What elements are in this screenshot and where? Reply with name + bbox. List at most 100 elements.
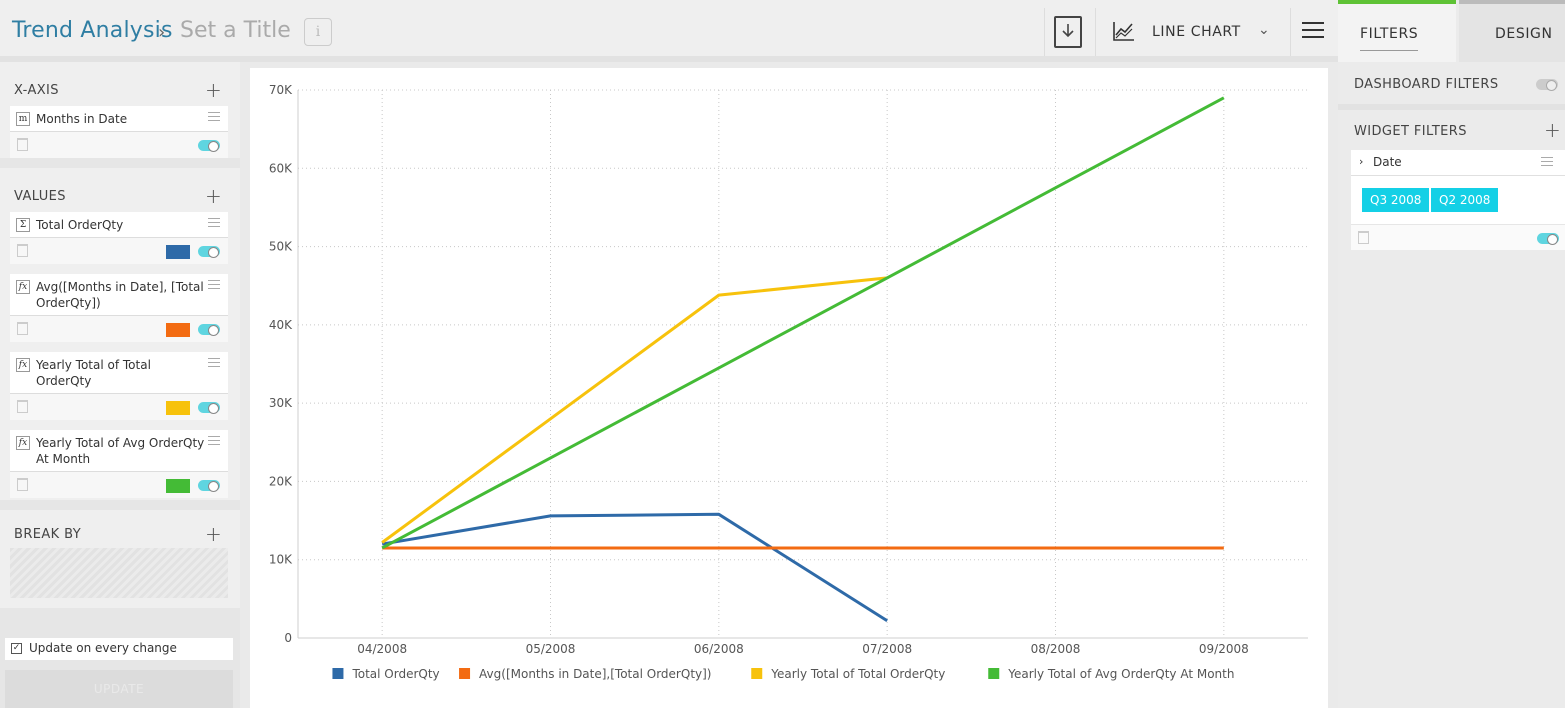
xaxis-item[interactable]: m Months in Date <box>10 106 228 132</box>
x-tick-label: 07/2008 <box>862 642 912 656</box>
filter-chip[interactable]: Q2 2008 <box>1431 188 1499 212</box>
series-line <box>381 512 888 623</box>
value-item-label: Yearly Total of Total OrderQty <box>36 358 151 388</box>
section-divider <box>1338 104 1565 110</box>
breakby-dropzone[interactable] <box>10 548 228 598</box>
toolbar-divider <box>1095 8 1096 56</box>
filter-chip[interactable]: Q3 2008 <box>1362 188 1430 212</box>
add-breakby-icon[interactable]: + <box>205 522 222 546</box>
tab-design[interactable]: DESIGN <box>1459 0 1565 62</box>
widget-filters-title: WIDGET FILTERS <box>1354 124 1467 139</box>
item-footer <box>10 132 228 158</box>
drag-handle-icon[interactable] <box>208 112 220 124</box>
y-tick-label: 60K <box>269 161 293 175</box>
add-value-icon[interactable]: + <box>205 184 222 208</box>
filter-enable-toggle[interactable] <box>1537 233 1559 245</box>
value-item[interactable]: fx Avg([Months in Date], [Total OrderQty… <box>10 274 228 316</box>
x-tick-label: 04/2008 <box>357 642 407 656</box>
legend-swatch <box>332 668 344 679</box>
formula-icon: fx <box>16 436 30 450</box>
panel-tabs: FILTERS DESIGN <box>1338 0 1565 62</box>
date-filter[interactable]: › Date Q3 2008 Q2 2008 <box>1351 150 1565 250</box>
breakby-section: BREAK BY + <box>0 510 240 608</box>
tab-filters[interactable]: FILTERS <box>1338 0 1456 62</box>
enable-toggle[interactable] <box>198 402 220 414</box>
y-tick-label: 50K <box>269 240 293 254</box>
drag-handle-icon[interactable] <box>208 436 220 448</box>
sigma-icon: Σ <box>16 218 30 232</box>
legend-label: Total OrderQty <box>351 667 439 681</box>
value-item-label: Avg([Months in Date], [Total OrderQty]) <box>36 280 204 310</box>
tab-filters-label: FILTERS <box>1360 26 1419 51</box>
breakby-title: BREAK BY <box>14 527 82 542</box>
chart-area: 0 10K 20K 30K 40K 50K 60K 70K 04/2008 05/2008 06/2… <box>250 68 1328 708</box>
enable-toggle[interactable] <box>198 480 220 492</box>
xaxis-title: X-AXIS <box>14 83 59 98</box>
values-title: VALUES <box>14 189 66 204</box>
legend-swatch <box>459 668 471 679</box>
value-item[interactable]: Σ Total OrderQty <box>10 212 228 238</box>
trash-icon[interactable] <box>17 478 28 491</box>
item-footer <box>10 316 228 342</box>
drag-handle-icon[interactable] <box>208 358 220 370</box>
breadcrumb-separator-icon: › <box>158 22 166 43</box>
drag-handle-icon[interactable] <box>208 218 220 230</box>
value-item-label: Total OrderQty <box>36 218 124 232</box>
filter-header[interactable]: › Date <box>1351 150 1565 176</box>
trash-icon[interactable] <box>17 322 28 335</box>
enable-toggle[interactable] <box>198 324 220 336</box>
color-swatch[interactable] <box>166 401 190 415</box>
values-section: VALUES + Σ Total OrderQty fx Avg([Months… <box>0 168 240 500</box>
line-chart: 0 10K 20K 30K 40K 50K 60K 70K 04/2008 05/2008 06/2… <box>269 83 1308 681</box>
item-footer <box>10 394 228 420</box>
enable-toggle[interactable] <box>198 140 220 152</box>
item-footer <box>10 472 228 498</box>
breadcrumb-root[interactable]: Trend Analysis <box>12 18 173 43</box>
value-item[interactable]: fx Yearly Total of Total OrderQty <box>10 352 228 394</box>
y-tick-label: 20K <box>269 474 293 488</box>
trash-icon[interactable] <box>17 138 28 151</box>
update-on-change-option[interactable]: ✓ Update on every change <box>5 638 233 660</box>
xaxis-item-label: Months in Date <box>36 112 128 126</box>
value-item[interactable]: fx Yearly Total of Avg OrderQty At Month <box>10 430 228 472</box>
trash-icon[interactable] <box>1358 231 1369 244</box>
dashboard-filters-title: DASHBOARD FILTERS <box>1354 77 1499 92</box>
line-chart-icon <box>1113 22 1134 41</box>
update-on-change-checkbox[interactable]: ✓ <box>11 643 22 654</box>
value-item-label: Yearly Total of Avg OrderQty At Month <box>36 436 205 466</box>
filters-panel: DASHBOARD FILTERS WIDGET FILTERS + › Dat… <box>1338 62 1565 708</box>
x-tick-label: 08/2008 <box>1031 642 1081 656</box>
trash-icon[interactable] <box>17 244 28 257</box>
y-tick-label: 70K <box>269 83 293 97</box>
drag-handle-icon[interactable] <box>208 280 220 292</box>
add-filter-icon[interactable]: + <box>1544 118 1561 142</box>
chart-type-label: LINE CHART <box>1152 24 1241 40</box>
top-toolbar: Trend Analysis › Set a Title i LINE CHAR… <box>0 0 1338 62</box>
xaxis-section: X-AXIS + m Months in Date <box>0 62 240 158</box>
export-icon[interactable] <box>1054 16 1082 48</box>
chevron-down-icon: ⌄ <box>1258 22 1270 38</box>
hamburger-menu-icon[interactable] <box>1302 22 1324 40</box>
dimension-icon: m <box>16 112 30 126</box>
filter-field-label: Date <box>1373 155 1402 169</box>
update-on-change-label: Update on every change <box>29 641 177 655</box>
update-button[interactable]: UPDATE <box>5 670 233 708</box>
item-footer <box>10 238 228 264</box>
filter-footer <box>1351 224 1565 250</box>
y-tick-label: 0 <box>284 631 292 645</box>
y-tick-label: 10K <box>269 553 293 567</box>
dashboard-title-input[interactable]: Set a Title <box>180 18 291 43</box>
trash-icon[interactable] <box>17 400 28 413</box>
enable-toggle[interactable] <box>198 246 220 258</box>
toolbar-divider <box>1044 8 1045 56</box>
dashboard-filters-toggle[interactable] <box>1536 79 1558 91</box>
add-xaxis-icon[interactable]: + <box>205 78 222 102</box>
info-button[interactable]: i <box>304 18 332 46</box>
color-swatch[interactable] <box>166 479 190 493</box>
drag-handle-icon[interactable] <box>1541 157 1553 169</box>
color-swatch[interactable] <box>166 323 190 337</box>
color-swatch[interactable] <box>166 245 190 259</box>
x-tick-label: 05/2008 <box>526 642 576 656</box>
chart-type-dropdown[interactable]: LINE CHART ⌄ <box>1112 16 1282 48</box>
x-tick-label: 09/2008 <box>1199 642 1249 656</box>
